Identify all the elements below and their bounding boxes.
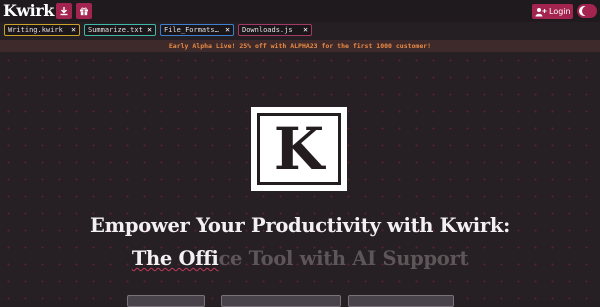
app-logo[interactable]: Kwirk — [3, 1, 54, 21]
tab-downloads[interactable]: Downloads.js ✕ — [238, 24, 312, 36]
hero-subheadline: The Office Tool with AI Support — [0, 246, 600, 272]
cta-button-1[interactable] — [127, 295, 205, 307]
close-icon[interactable]: ✕ — [71, 25, 76, 35]
subheadline-typed-text: The Offi — [131, 247, 219, 270]
tab-label: Downloads.js — [242, 26, 293, 34]
login-label: Login — [549, 7, 571, 16]
theme-toggle[interactable] — [577, 4, 597, 18]
download-icon — [60, 7, 68, 16]
tab-file-formats[interactable]: File_Formats… ✕ — [160, 24, 234, 36]
tab-label: Summarize.txt — [88, 26, 143, 34]
top-bar: Kwirk Login — [0, 0, 600, 22]
close-icon[interactable]: ✕ — [147, 25, 152, 35]
kwirk-logo-mark: K — [251, 107, 347, 191]
tab-label: File_Formats… — [164, 26, 219, 34]
tab-summarize[interactable]: Summarize.txt ✕ — [84, 24, 156, 36]
close-icon[interactable]: ✕ — [303, 25, 308, 35]
add-user-icon — [535, 7, 547, 16]
download-button[interactable] — [56, 3, 72, 19]
promo-banner: Early Alpha Live! 25% off with ALPHA23 f… — [0, 40, 600, 52]
close-icon[interactable]: ✕ — [225, 25, 230, 35]
tab-writing[interactable]: Writing.kwirk ✕ — [4, 24, 80, 36]
login-button[interactable]: Login — [532, 4, 573, 19]
cta-button-2[interactable] — [221, 295, 341, 307]
cta-button-3[interactable] — [348, 295, 454, 307]
gift-icon — [80, 7, 88, 16]
tab-label: Writing.kwirk — [8, 26, 63, 34]
subheadline-faded-text: ce Tool with AI Support — [218, 247, 469, 270]
gift-button[interactable] — [76, 3, 92, 19]
hero-headline: Empower Your Productivity with Kwirk: — [90, 214, 510, 237]
logo-letter: K — [273, 115, 325, 183]
